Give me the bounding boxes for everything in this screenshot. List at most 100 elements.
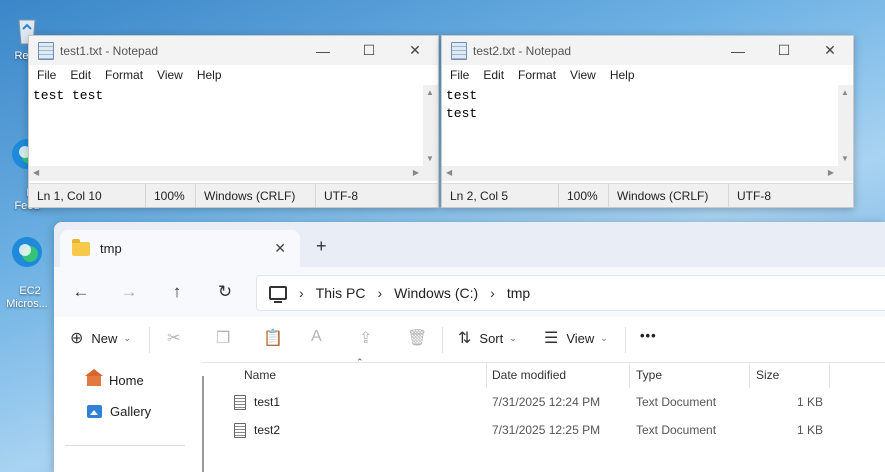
nav-item-home[interactable]: Home — [85, 369, 144, 388]
rename-button[interactable]: A — [311, 328, 322, 346]
arrow-left-icon: ← — [72, 282, 90, 301]
column-divider[interactable] — [829, 362, 830, 388]
nav-item-gallery[interactable]: Gallery — [87, 404, 151, 419]
scroll-left-icon[interactable]: ◀ — [33, 168, 39, 177]
more-options-button[interactable]: ••• — [640, 328, 657, 343]
menu-file[interactable]: File — [31, 68, 64, 82]
breadcrumb-this-pc[interactable]: This PC — [316, 285, 366, 301]
close-button[interactable]: ✕ — [392, 36, 438, 65]
forward-button[interactable]: → — [117, 280, 141, 304]
title-bar[interactable]: test1.txt - Notepad — ☐ ✕ — [29, 36, 438, 65]
file-explorer-window[interactable]: tmp ✕ + ← → ↑ ↻ › This PC › Windows (C:)… — [54, 222, 885, 472]
file-name: test2 — [254, 423, 281, 437]
scroll-corner — [423, 166, 438, 181]
tab-close-button[interactable]: ✕ — [274, 240, 286, 257]
scroll-up-icon[interactable]: ▲ — [841, 88, 849, 97]
minimize-button[interactable]: — — [300, 36, 346, 65]
title-bar[interactable]: test2.txt - Notepad — ☐ ✕ — [442, 36, 853, 65]
file-size: 1 KB — [796, 423, 823, 437]
menu-help[interactable]: Help — [191, 68, 230, 82]
view-icon: ☰ — [544, 330, 559, 347]
paste-button[interactable]: 📋 — [263, 328, 283, 348]
breadcrumb-tmp[interactable]: tmp — [507, 285, 530, 301]
menu-edit[interactable]: Edit — [64, 68, 99, 82]
text-editor[interactable]: test test — [442, 85, 838, 170]
column-divider[interactable] — [629, 362, 630, 388]
menu-edit[interactable]: Edit — [477, 68, 512, 82]
minimize-button[interactable]: — — [715, 36, 761, 65]
scroll-up-icon[interactable]: ▲ — [426, 88, 434, 97]
file-date: 7/31/2025 12:25 PM — [492, 423, 601, 437]
menu-help[interactable]: Help — [604, 68, 643, 82]
table-row[interactable]: test1 7/31/2025 12:24 PM Text Document 1… — [212, 388, 885, 416]
scroll-down-icon[interactable]: ▼ — [426, 154, 434, 163]
scroll-left-icon[interactable]: ◀ — [446, 168, 452, 177]
vertical-scrollbar[interactable]: ▲ ▼ — [423, 85, 438, 166]
share-button[interactable]: ⇪ — [359, 328, 372, 348]
copy-button[interactable]: ❐ — [216, 328, 230, 348]
chevron-right-icon[interactable]: › — [377, 285, 382, 301]
menu-format[interactable]: Format — [99, 68, 151, 82]
chevron-right-icon[interactable]: › — [490, 285, 495, 301]
chevron-down-icon: ⌄ — [600, 332, 608, 343]
navigation-pane-scrollbar[interactable] — [202, 376, 204, 472]
scroll-right-icon[interactable]: ▶ — [413, 168, 419, 177]
delete-icon: 🗑 — [407, 330, 428, 347]
address-bar[interactable]: › This PC › Windows (C:) › tmp — [256, 275, 885, 311]
tab-tmp[interactable]: tmp ✕ — [60, 230, 300, 267]
column-header-date[interactable]: Date modified — [492, 362, 566, 388]
text-editor[interactable]: test test — [29, 85, 423, 170]
maximize-button[interactable]: ☐ — [346, 36, 392, 65]
share-icon: ⇪ — [359, 330, 373, 347]
rename-icon: A — [311, 328, 322, 345]
column-divider[interactable] — [486, 362, 487, 388]
menu-view[interactable]: View — [564, 68, 604, 82]
desktop-icon-ec2[interactable]: EC2 Micros... — [0, 208, 54, 311]
maximize-button[interactable]: ☐ — [761, 36, 807, 65]
menu-view[interactable]: View — [151, 68, 191, 82]
divider — [442, 327, 443, 353]
column-header-name[interactable]: Name — [244, 362, 276, 388]
status-position: Ln 2, Col 5 — [442, 184, 559, 207]
column-divider[interactable] — [749, 362, 750, 388]
cut-button[interactable]: ✂ — [167, 328, 180, 348]
view-button[interactable]: ☰ View ⌄ — [544, 328, 608, 348]
breadcrumb-windows-c[interactable]: Windows (C:) — [394, 285, 478, 301]
file-date: 7/31/2025 12:24 PM — [492, 395, 601, 409]
computer-icon — [269, 286, 287, 303]
tab-label: tmp — [100, 241, 122, 256]
up-button[interactable]: ↑ — [165, 280, 189, 304]
table-row[interactable]: test2 7/31/2025 12:25 PM Text Document 1… — [212, 416, 885, 444]
text-file-icon — [234, 394, 246, 410]
horizontal-scrollbar[interactable]: ◀ ▶ — [29, 166, 423, 181]
notepad-window-test1[interactable]: test1.txt - Notepad — ☐ ✕ File Edit Form… — [28, 35, 439, 208]
notepad-window-test2[interactable]: test2.txt - Notepad — ☐ ✕ File Edit Form… — [441, 35, 854, 208]
scroll-right-icon[interactable]: ▶ — [828, 168, 834, 177]
back-button[interactable]: ← — [69, 280, 93, 304]
close-button[interactable]: ✕ — [807, 36, 853, 65]
column-header-type[interactable]: Type — [636, 362, 662, 388]
new-tab-button[interactable]: + — [316, 236, 327, 257]
file-name-cell: test2 — [234, 416, 280, 444]
refresh-button[interactable]: ↻ — [213, 280, 237, 304]
menu-file[interactable]: File — [444, 68, 477, 82]
status-line-ending: Windows (CRLF) — [609, 184, 729, 207]
window-title: test1.txt - Notepad — [60, 43, 159, 58]
vertical-scrollbar[interactable]: ▲ ▼ — [838, 85, 853, 166]
menu-format[interactable]: Format — [512, 68, 564, 82]
divider — [149, 327, 150, 353]
new-label: New — [91, 330, 118, 346]
chevron-right-icon[interactable]: › — [299, 285, 304, 301]
sort-button[interactable]: ⇅ Sort ⌄ — [458, 328, 517, 348]
column-header-size[interactable]: Size — [756, 362, 779, 388]
horizontal-scrollbar[interactable]: ◀ ▶ — [442, 166, 838, 181]
new-button[interactable]: ⊕ New ⌄ — [70, 328, 131, 348]
home-icon — [85, 369, 103, 386]
status-encoding: UTF-8 — [737, 188, 771, 203]
sort-label: Sort — [479, 330, 504, 346]
status-zoom: 100% — [559, 184, 609, 207]
scroll-down-icon[interactable]: ▼ — [841, 154, 849, 163]
explorer-content: Home Gallery ⌃ Name Date modified Type S… — [54, 357, 885, 472]
nav-item-label: Gallery — [110, 404, 152, 419]
delete-button[interactable]: 🗑 — [407, 328, 427, 348]
